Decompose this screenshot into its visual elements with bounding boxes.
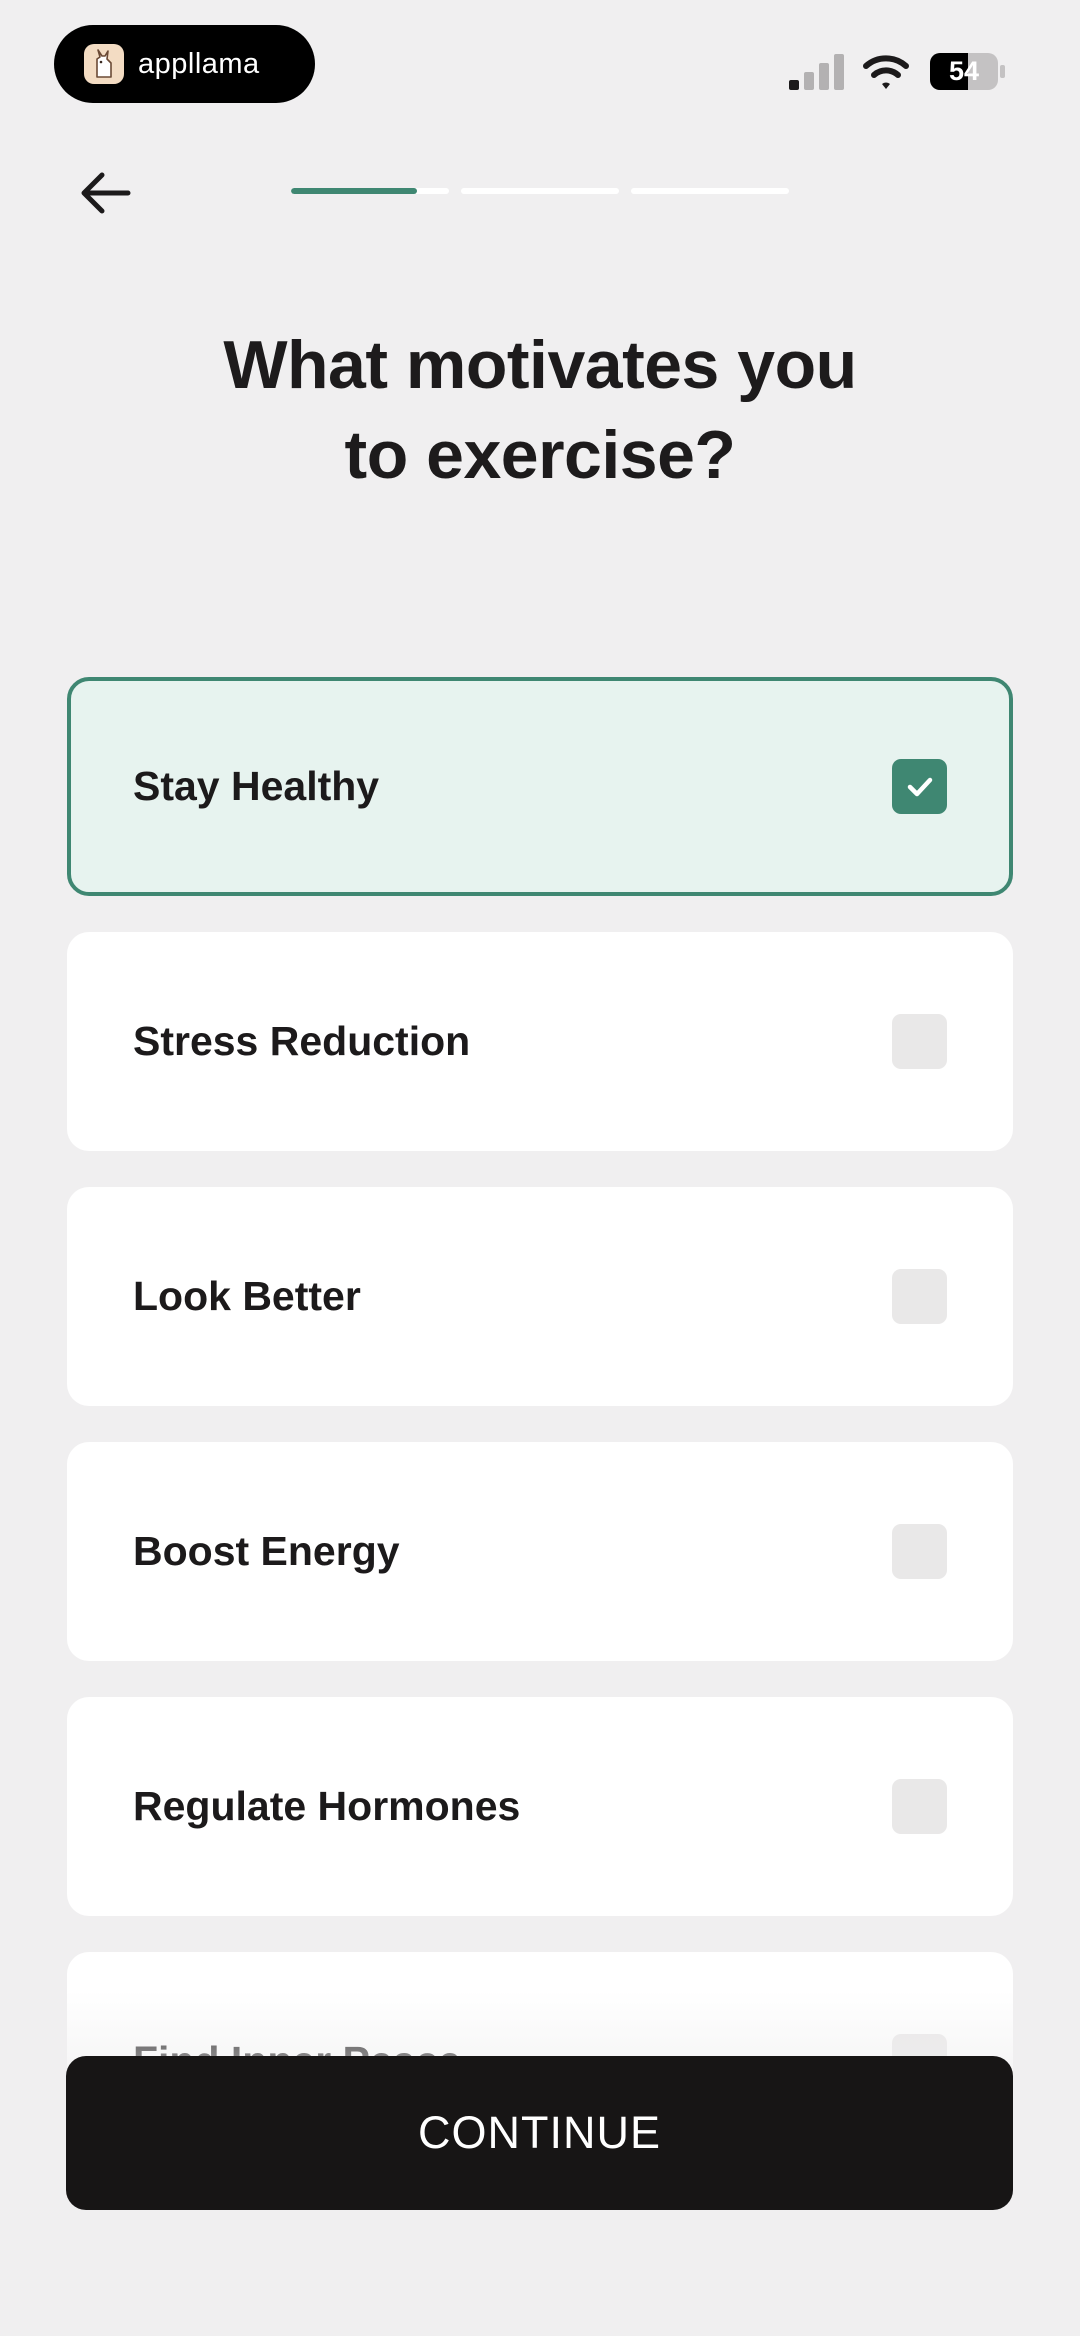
progress-segment-1 — [291, 188, 449, 194]
page-title: What motivates you to exercise? — [90, 320, 990, 500]
llama-icon — [84, 44, 124, 84]
option-stress-reduction[interactable]: Stress Reduction — [67, 932, 1013, 1151]
checkbox[interactable] — [892, 1269, 947, 1324]
progress-fill-1 — [291, 188, 418, 194]
checkbox[interactable] — [892, 1779, 947, 1834]
app-indicator-pill[interactable]: appllama — [54, 25, 315, 103]
option-label: Look Better — [133, 1273, 361, 1319]
checkbox[interactable] — [892, 759, 947, 814]
option-label: Regulate Hormones — [133, 1783, 521, 1829]
option-label: Stay Healthy — [133, 763, 380, 809]
option-boost-energy[interactable]: Boost Energy — [67, 1442, 1013, 1661]
check-icon — [907, 777, 932, 796]
progress-segment-3 — [631, 188, 789, 194]
option-stay-healthy[interactable]: Stay Healthy — [67, 677, 1013, 896]
wifi-icon — [863, 55, 909, 89]
option-label: Stress Reduction — [133, 1018, 471, 1064]
option-label: Boost Energy — [133, 1528, 400, 1574]
checkbox[interactable] — [892, 1014, 947, 1069]
continue-button[interactable]: CONTINUE — [66, 2056, 1013, 2210]
option-regulate-hormones[interactable]: Regulate Hormones — [67, 1697, 1013, 1916]
battery-level: 54 — [948, 56, 980, 86]
back-button[interactable] — [76, 165, 136, 221]
title-line-2: to exercise? — [344, 417, 736, 493]
options-list: Stay Healthy Stress Reduction Look Bette… — [67, 677, 1013, 2207]
progress-segment-2 — [461, 188, 619, 194]
option-look-better[interactable]: Look Better — [67, 1187, 1013, 1406]
app-name: appllama — [138, 47, 260, 80]
cellular-signal-icon — [789, 54, 844, 90]
progress-indicator — [291, 188, 789, 194]
arrow-left-icon — [81, 172, 131, 214]
status-bar: appllama 54 — [0, 0, 1080, 110]
title-line-1: What motivates you — [223, 327, 857, 403]
checkbox[interactable] — [892, 1524, 947, 1579]
